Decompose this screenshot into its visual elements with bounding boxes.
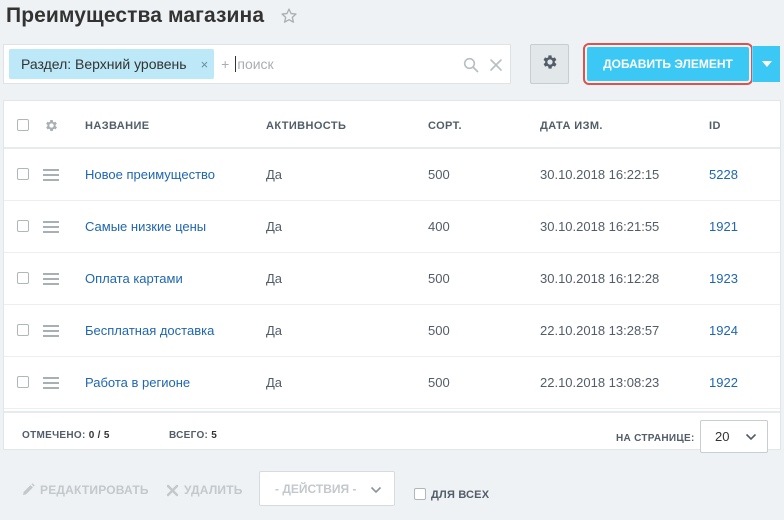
row-id-link[interactable]: 1922 (709, 375, 738, 390)
drag-handle-icon[interactable] (43, 377, 59, 389)
for-all-option[interactable]: ДЛЯ ВСЕХ (414, 486, 489, 501)
column-header-date[interactable]: ДАТА ИЗМ. (540, 120, 603, 132)
row-name-link[interactable]: Бесплатная доставка (85, 323, 214, 338)
column-header-sort[interactable]: СОРТ. (428, 120, 462, 132)
row-sort: 500 (428, 323, 450, 338)
delete-button-label: УДАЛИТЬ (184, 483, 243, 497)
filter-tag-remove-button[interactable]: × (201, 57, 209, 72)
add-element-button[interactable]: ДОБАВИТЬ ЭЛЕМЕНТ (587, 47, 749, 81)
search-input[interactable] (237, 56, 428, 72)
row-date: 30.10.2018 16:21:55 (540, 219, 660, 234)
filter-tag-section[interactable]: Раздел: Верхний уровень × (9, 49, 215, 79)
filter-search-bar[interactable]: Раздел: Верхний уровень × + (3, 44, 511, 84)
pencil-icon (23, 483, 35, 495)
total-value: 5 (211, 430, 218, 441)
delete-button[interactable]: УДАЛИТЬ (166, 483, 243, 497)
chevron-down-icon (745, 433, 757, 441)
checked-label: ОТМЕЧЕНО: (22, 430, 86, 441)
row-date: 22.10.2018 13:08:23 (540, 375, 660, 390)
text-cursor (235, 56, 237, 72)
clear-icon[interactable] (488, 57, 504, 73)
drag-handle-icon[interactable] (43, 221, 59, 233)
row-name-link[interactable]: Оплата картами (85, 271, 183, 286)
filter-tag-label: Раздел: Верхний уровень (21, 56, 187, 72)
actions-select[interactable]: - ДЕЙСТВИЯ - (259, 471, 395, 506)
row-id-link[interactable]: 1924 (709, 323, 738, 338)
grid-header: НАЗВАНИЕ АКТИВНОСТЬ СОРТ. ДАТА ИЗМ. ID (4, 101, 780, 149)
row-active: Да (266, 375, 283, 390)
table-row[interactable]: Работа в регионе Да 500 22.10.2018 13:08… (4, 357, 780, 409)
row-name-link[interactable]: Новое преимущество (85, 167, 215, 182)
row-checkbox[interactable] (17, 376, 29, 388)
column-settings-icon[interactable] (44, 118, 59, 133)
row-sort: 400 (428, 219, 450, 234)
for-all-checkbox[interactable] (414, 487, 426, 500)
row-sort: 500 (428, 271, 450, 286)
star-icon[interactable] (280, 7, 298, 25)
per-page-label: НА СТРАНИЦЕ: (616, 433, 695, 444)
for-all-label: ДЛЯ ВСЕХ (431, 489, 490, 501)
caret-down-icon (761, 61, 772, 67)
column-header-id[interactable]: ID (709, 120, 721, 132)
edit-button-label: РЕДАКТИРОВАТЬ (40, 483, 149, 497)
total-label: ВСЕГО: (169, 430, 209, 441)
select-all-checkbox[interactable] (17, 119, 29, 131)
row-id-link[interactable]: 5228 (709, 167, 738, 182)
row-id-link[interactable]: 1923 (709, 271, 738, 286)
search-icon[interactable] (463, 57, 479, 73)
table-row[interactable]: Новое преимущество Да 500 30.10.2018 16:… (4, 149, 780, 201)
filter-add-icon[interactable]: + (221, 56, 229, 72)
per-page-select[interactable]: 20 (700, 420, 768, 453)
column-header-name[interactable]: НАЗВАНИЕ (85, 120, 150, 132)
row-name-link[interactable]: Самые низкие цены (85, 219, 206, 234)
checked-counter: ОТМЕЧЕНО: 0 / 5 (22, 430, 110, 441)
row-name-link[interactable]: Работа в регионе (85, 375, 190, 390)
row-active: Да (266, 219, 283, 234)
table-row[interactable]: Бесплатная доставка Да 500 22.10.2018 13… (4, 305, 780, 357)
grid-footer: ОТМЕЧЕНО: 0 / 5 ВСЕГО: 5 НА СТРАНИЦЕ: 20 (4, 411, 780, 453)
page-header: Преимущества магазина (6, 3, 298, 29)
drag-handle-icon[interactable] (43, 273, 59, 285)
checked-value: 0 / 5 (88, 430, 110, 441)
drag-handle-icon[interactable] (43, 169, 59, 181)
add-element-dropdown-button[interactable] (752, 46, 780, 82)
row-checkbox[interactable] (17, 324, 29, 336)
row-checkbox[interactable] (17, 220, 29, 232)
row-id-link[interactable]: 1921 (709, 219, 738, 234)
edit-button[interactable]: РЕДАКТИРОВАТЬ (21, 483, 149, 497)
table-row[interactable]: Оплата картами Да 500 30.10.2018 16:12:2… (4, 253, 780, 305)
page-title: Преимущества магазина (6, 4, 265, 27)
row-sort: 500 (428, 167, 450, 182)
column-header-active[interactable]: АКТИВНОСТЬ (266, 120, 346, 132)
actions-select-value: - ДЕЙСТВИЯ - (275, 481, 357, 496)
row-checkbox[interactable] (17, 168, 29, 180)
chevron-down-icon (370, 486, 382, 494)
gear-icon (541, 53, 559, 76)
row-active: Да (266, 167, 283, 182)
group-actions-panel: РЕДАКТИРОВАТЬ УДАЛИТЬ - ДЕЙСТВИЯ - ДЛЯ В… (3, 458, 781, 520)
elements-grid: НАЗВАНИЕ АКТИВНОСТЬ СОРТ. ДАТА ИЗМ. ID Н… (3, 100, 781, 453)
row-active: Да (266, 271, 283, 286)
grid-settings-button[interactable] (530, 44, 569, 84)
close-icon (166, 484, 179, 496)
row-date: 22.10.2018 13:28:57 (540, 323, 660, 338)
per-page-value: 20 (715, 429, 730, 444)
table-row[interactable]: Самые низкие цены Да 400 30.10.2018 16:2… (4, 201, 780, 253)
row-checkbox[interactable] (17, 272, 29, 284)
add-element-highlight: ДОБАВИТЬ ЭЛЕМЕНТ (583, 43, 753, 85)
row-date: 30.10.2018 16:22:15 (540, 167, 660, 182)
row-active: Да (266, 323, 283, 338)
total-counter: ВСЕГО: 5 (169, 430, 217, 441)
drag-handle-icon[interactable] (43, 325, 59, 337)
row-date: 30.10.2018 16:12:28 (540, 271, 660, 286)
row-sort: 500 (428, 375, 450, 390)
